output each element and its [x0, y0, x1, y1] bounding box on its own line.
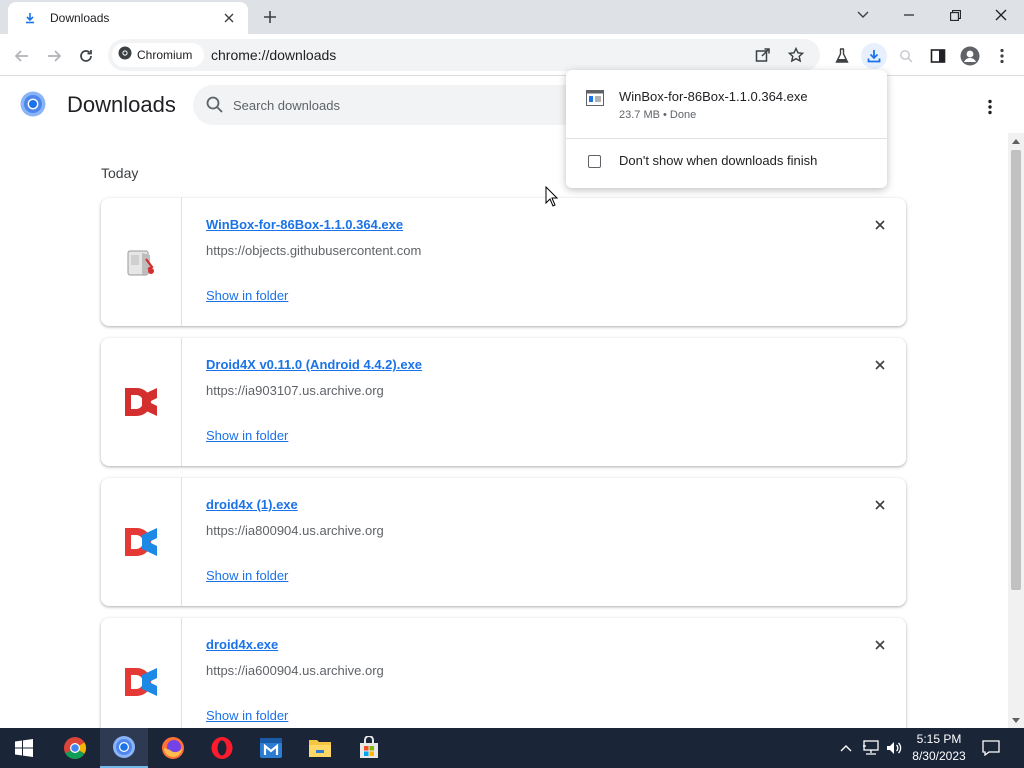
download-item: WinBox-for-86Box-1.1.0.364.exe https://o…: [101, 198, 906, 326]
profile-avatar-icon[interactable]: [957, 43, 983, 69]
download-item: droid4x (1).exe https://ia800904.us.arch…: [101, 478, 906, 606]
remove-item-close-icon[interactable]: [871, 496, 889, 514]
dont-show-checkbox[interactable]: [588, 155, 601, 168]
show-in-folder-link[interactable]: Show in folder: [206, 428, 288, 443]
notification-center-icon[interactable]: [980, 737, 1002, 759]
tab-close-icon[interactable]: [220, 9, 238, 27]
show-in-folder-link[interactable]: Show in folder: [206, 708, 288, 723]
scrollbar-thumb[interactable]: [1011, 150, 1021, 590]
file-name-link[interactable]: droid4x (1).exe: [206, 497, 298, 512]
file-explorer-taskbar-icon[interactable]: [296, 728, 344, 768]
app-m-taskbar-icon[interactable]: [247, 728, 295, 768]
file-source-url: https://ia903107.us.archive.org: [206, 383, 384, 398]
address-bar[interactable]: Chromium chrome://downloads: [108, 39, 820, 71]
file-source-url: https://ia600904.us.archive.org: [206, 663, 384, 678]
tab-downloads[interactable]: Downloads: [8, 2, 248, 34]
droid4x-icon: [123, 524, 159, 560]
close-window-button[interactable]: [978, 0, 1024, 30]
download-bubble: WinBox-for-86Box-1.1.0.364.exe 23.7 MB •…: [566, 70, 887, 188]
labs-flask-icon[interactable]: [829, 43, 855, 69]
network-icon[interactable]: [861, 738, 881, 758]
executable-file-icon: [586, 90, 604, 106]
card-divider: [181, 198, 182, 326]
chromium-taskbar-icon[interactable]: [100, 728, 148, 768]
tab-strip: Downloads: [0, 0, 1024, 34]
date-section-label: Today: [101, 165, 139, 181]
bubble-divider: [566, 138, 887, 139]
opera-taskbar-icon[interactable]: [198, 728, 246, 768]
windows-start-button[interactable]: [0, 728, 48, 768]
chrome-menu-icon[interactable]: [989, 43, 1015, 69]
remove-item-close-icon[interactable]: [871, 216, 889, 234]
download-icon: [22, 10, 38, 26]
site-chip-label: Chromium: [137, 48, 193, 62]
forward-button[interactable]: [41, 43, 67, 69]
file-name-link[interactable]: Droid4X v0.11.0 (Android 4.4.2).exe: [206, 357, 422, 372]
volume-icon[interactable]: [884, 738, 904, 758]
url-text: chrome://downloads: [211, 47, 337, 63]
file-name-link[interactable]: WinBox-for-86Box-1.1.0.364.exe: [206, 217, 403, 232]
side-panel-icon[interactable]: [925, 43, 951, 69]
droid4x-icon: [123, 664, 159, 700]
tab-title: Downloads: [50, 11, 110, 25]
reload-button[interactable]: [73, 43, 99, 69]
clock-time: 5:15 PM: [916, 732, 962, 746]
minimize-button[interactable]: [886, 0, 932, 30]
chromium-logo-icon: [20, 91, 46, 122]
chromium-icon: [118, 46, 132, 65]
show-hidden-icons-chevron-icon[interactable]: [836, 738, 856, 758]
card-divider: [181, 618, 182, 746]
clock-date: 8/30/2023: [912, 749, 966, 763]
store-taskbar-icon[interactable]: [345, 728, 393, 768]
dont-show-checkbox-label[interactable]: Don't show when downloads finish: [619, 153, 817, 168]
remove-item-close-icon[interactable]: [871, 636, 889, 654]
firefox-taskbar-icon[interactable]: [149, 728, 197, 768]
mouse-cursor-icon: [545, 185, 559, 208]
search-input[interactable]: [233, 94, 613, 116]
file-name-link[interactable]: droid4x.exe: [206, 637, 278, 652]
chrome-taskbar-icon[interactable]: [51, 728, 99, 768]
back-button[interactable]: [9, 43, 35, 69]
page-scrollbar[interactable]: [1008, 133, 1024, 728]
show-in-folder-link[interactable]: Show in folder: [206, 568, 288, 583]
scroll-down-arrow-icon[interactable]: [1008, 712, 1024, 728]
bookmark-star-icon[interactable]: [786, 45, 806, 65]
download-item: droid4x.exe https://ia600904.us.archive.…: [101, 618, 906, 746]
bubble-file-name[interactable]: WinBox-for-86Box-1.1.0.364.exe: [619, 89, 808, 104]
card-divider: [181, 478, 182, 606]
taskbar-clock[interactable]: 5:15 PM 8/30/2023: [906, 731, 972, 765]
windows-taskbar: 5:15 PM 8/30/2023: [0, 728, 1024, 768]
share-icon[interactable]: [753, 45, 773, 65]
downloads-toolbar-button[interactable]: [861, 43, 887, 69]
scroll-up-arrow-icon[interactable]: [1008, 133, 1024, 149]
winbox-app-icon: [123, 244, 159, 280]
show-in-folder-link[interactable]: Show in folder: [206, 288, 288, 303]
bubble-file-status: 23.7 MB • Done: [619, 109, 697, 121]
file-source-url: https://ia800904.us.archive.org: [206, 523, 384, 538]
remove-item-close-icon[interactable]: [871, 356, 889, 374]
tab-search-icon[interactable]: [840, 0, 886, 30]
restore-button[interactable]: [932, 0, 978, 30]
file-source-url: https://objects.githubusercontent.com: [206, 243, 422, 258]
card-divider: [181, 338, 182, 466]
more-actions-icon[interactable]: [978, 95, 1002, 119]
download-item: Droid4X v0.11.0 (Android 4.4.2).exe http…: [101, 338, 906, 466]
page-title: Downloads: [67, 92, 176, 117]
search-icon: [205, 95, 225, 115]
new-tab-button[interactable]: [258, 6, 282, 28]
zoom-icon[interactable]: [893, 43, 919, 69]
site-info-chip[interactable]: Chromium: [112, 43, 204, 67]
droid4x-red-icon: [123, 384, 159, 420]
